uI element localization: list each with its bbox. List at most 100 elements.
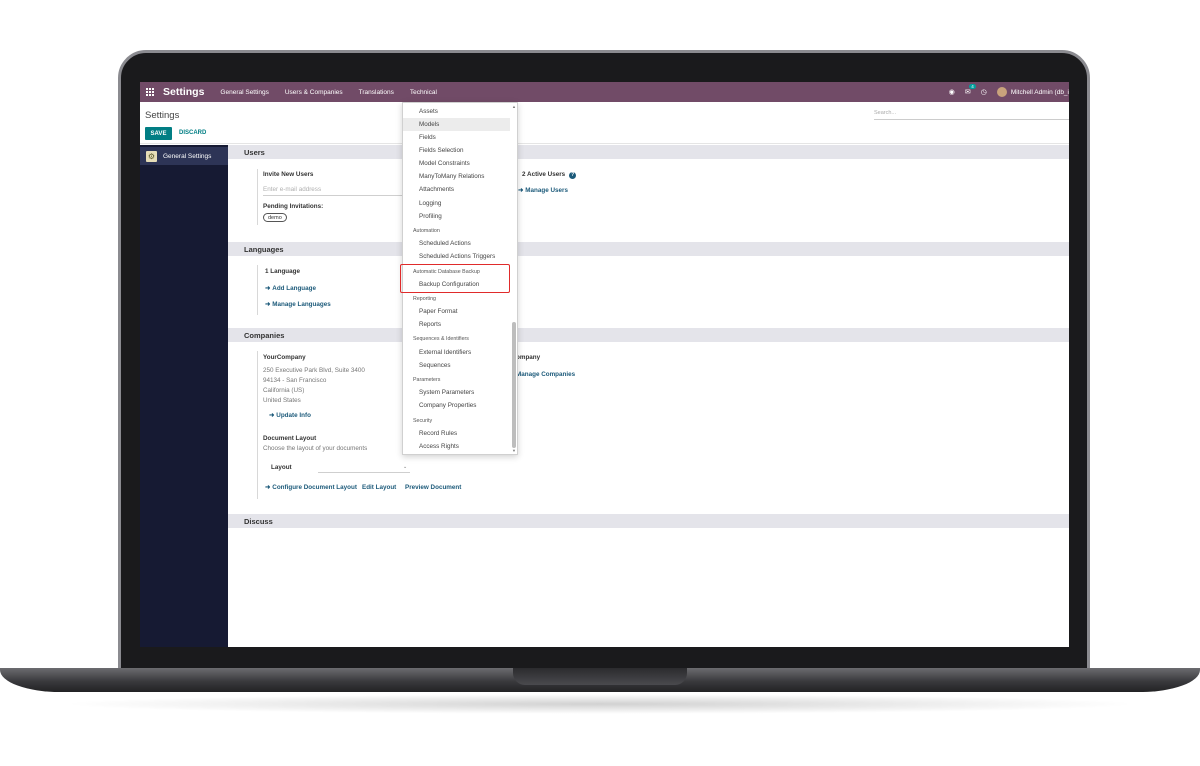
discard-button[interactable]: DISCARD (179, 130, 206, 136)
menu-item-scheduled-actions[interactable]: Scheduled Actions (403, 237, 510, 250)
section-companies: Companies (228, 328, 1069, 342)
menu-users-companies[interactable]: Users & Companies (285, 89, 343, 96)
menu-item-company-properties[interactable]: Company Properties (403, 399, 510, 412)
chat-badge: 4 (969, 84, 976, 89)
scroll-down-icon[interactable]: ▼ (512, 448, 516, 453)
page-title: Settings (145, 110, 180, 121)
pending-invitation-tag[interactable]: demo (263, 213, 287, 222)
menu-item-sequences[interactable]: Sequences (403, 359, 510, 372)
email-field[interactable]: Enter e-mail address (263, 186, 321, 193)
screen: Settings General Settings Users & Compan… (140, 82, 1069, 647)
menu-header-automation: Automation (413, 228, 440, 234)
menu-item-model-constraints[interactable]: Model Constraints (403, 157, 510, 170)
menu-item-fields[interactable]: Fields (403, 131, 510, 144)
arrow-right-icon: ➜ (518, 187, 524, 194)
manage-users-text: Manage Users (525, 187, 568, 194)
menu-technical[interactable]: Technical (410, 89, 437, 96)
arrow-right-icon: ➜ (265, 285, 271, 292)
laptop-shadow (60, 694, 1140, 714)
top-navbar: Settings General Settings Users & Compan… (140, 82, 1069, 102)
help-icon[interactable]: ? (569, 172, 577, 179)
section-discuss: Discuss (228, 514, 1069, 528)
gear-icon: ⚙ (146, 150, 157, 162)
menu-translations[interactable]: Translations (359, 89, 394, 96)
menu-item-models[interactable]: Models (403, 118, 510, 131)
menu-item-access-rights[interactable]: Access Rights (403, 440, 510, 453)
sidebar-item-label: General Settings (163, 152, 212, 160)
configure-layout-link[interactable]: ➜ Configure Document Layout (265, 484, 357, 491)
active-users-text: 2 Active Users (522, 171, 566, 178)
divider (257, 265, 258, 315)
pending-invitations-label: Pending Invitations: (263, 203, 324, 210)
company-address-line: California (US) (263, 387, 305, 394)
manage-users-link[interactable]: ➜ Manage Users (518, 187, 568, 194)
menu-item-record-rules[interactable]: Record Rules (403, 427, 510, 440)
menu-header-security: Security (413, 418, 433, 424)
user-menu[interactable]: Mitchell Admin (db_i (1011, 89, 1069, 96)
document-layout-desc: Choose the layout of your documents (263, 445, 368, 452)
manage-companies-link[interactable]: Manage Companies (516, 371, 575, 378)
add-language-text: Add Language (272, 285, 317, 292)
chevron-down-icon[interactable]: ⌄ (403, 464, 407, 470)
menu-item-logging[interactable]: Logging (403, 197, 510, 210)
settings-content: Users Invite New Users Enter e-mail addr… (228, 145, 1069, 647)
highlight-box (400, 264, 510, 293)
save-button[interactable]: SAVE (145, 127, 172, 140)
arrow-right-icon: ➜ (265, 301, 271, 308)
search-input[interactable]: Search... (874, 108, 1069, 120)
section-languages: Languages (228, 242, 1069, 256)
menu-header-reporting: Reporting (413, 296, 436, 302)
document-layout-title: Document Layout (263, 435, 317, 442)
apps-grid-icon[interactable] (146, 87, 155, 97)
bug-icon[interactable]: ◉ (949, 88, 955, 96)
divider (257, 351, 258, 499)
manage-languages-link[interactable]: ➜ Manage Languages (265, 301, 331, 308)
navbar-systray: ◉ ✉ 4 ◷ Mitchell Admin (db_i (949, 82, 1069, 102)
menu-item-scheduled-triggers[interactable]: Scheduled Actions Triggers (403, 250, 510, 263)
section-users: Users (228, 145, 1069, 159)
laptop-notch (513, 668, 687, 685)
company-partial-label: ompany (516, 354, 541, 361)
menu-header-parameters: Parameters (413, 377, 441, 383)
edit-layout-link[interactable]: Edit Layout (362, 484, 396, 491)
language-count: 1 Language (265, 268, 300, 275)
invite-users-label: Invite New Users (263, 171, 314, 178)
avatar[interactable] (996, 87, 1007, 97)
company-address-line: 94134 - San Francisco (263, 377, 327, 384)
layout-select[interactable] (318, 472, 410, 473)
preview-document-link[interactable]: Preview Document (405, 484, 461, 491)
update-info-text: Update Info (276, 412, 311, 419)
menu-item-profiling[interactable]: Profiling (403, 210, 510, 223)
email-field-underline (263, 195, 403, 196)
arrow-right-icon: ➜ (265, 484, 271, 491)
menu-general-settings[interactable]: General Settings (220, 89, 268, 96)
configure-layout-text: Configure Document Layout (272, 484, 357, 491)
menu-item-many2many[interactable]: ManyToMany Relations (403, 170, 510, 183)
arrow-right-icon: ➜ (269, 412, 275, 419)
company-name: YourCompany (263, 354, 306, 361)
update-info-link[interactable]: ➜ Update Info (269, 412, 311, 419)
menu-item-external-identifiers[interactable]: External Identifiers (403, 346, 510, 359)
dropdown-scrollbar[interactable] (512, 322, 516, 448)
add-language-link[interactable]: ➜ Add Language (265, 285, 316, 292)
divider (257, 169, 258, 225)
sidebar-item-general-settings[interactable]: ⚙ General Settings (140, 147, 228, 165)
menu-item-system-parameters[interactable]: System Parameters (403, 386, 510, 399)
control-panel: Settings SAVE DISCARD Search... (140, 102, 1069, 144)
scroll-up-icon[interactable]: ▲ (512, 104, 516, 109)
menu-header-sequences: Sequences & Identifiers (413, 336, 469, 342)
menu-item-fields-selection[interactable]: Fields Selection (403, 144, 510, 157)
menu-item-attachments[interactable]: Attachments (403, 183, 510, 196)
menu-item-paper-format[interactable]: Paper Format (403, 305, 510, 318)
settings-sidebar: ⚙ General Settings (140, 145, 228, 647)
menu-item-assets[interactable]: Assets (403, 105, 510, 118)
company-address-line: United States (263, 397, 301, 404)
layout-label: Layout (271, 464, 292, 471)
manage-languages-text: Manage Languages (272, 301, 331, 308)
active-users-count: 2 Active Users? (522, 171, 577, 179)
clock-icon[interactable]: ◷ (981, 88, 987, 96)
app-brand[interactable]: Settings (163, 86, 204, 98)
company-address-line: 250 Executive Park Blvd, Suite 3400 (263, 367, 365, 374)
menu-item-reports[interactable]: Reports (403, 318, 510, 331)
chat-icon[interactable]: ✉ 4 (965, 84, 976, 96)
